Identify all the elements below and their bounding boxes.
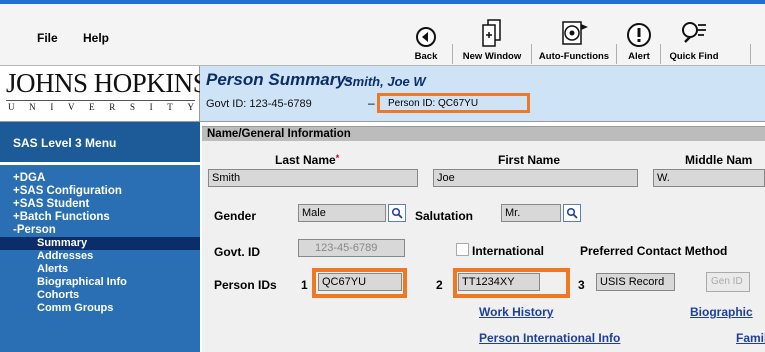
person-id-number-3: 3 <box>578 278 585 292</box>
required-mark: * <box>335 153 340 163</box>
main-content: Name/General Information Last Name* Firs… <box>200 122 765 352</box>
sidebar-item-biographical-info[interactable]: Biographical Info <box>0 276 200 289</box>
sidebar-item-alerts[interactable]: Alerts <box>0 263 200 276</box>
back-label: Back <box>414 51 438 62</box>
govt-id-label: Govt. ID <box>214 245 261 259</box>
person-id-field-1[interactable]: QC67YU <box>318 273 402 291</box>
first-name-field[interactable]: Joe <box>433 169 638 187</box>
international-label: International <box>472 244 545 258</box>
sidebar-level-title[interactable]: SAS Level 3 Menu <box>0 122 200 162</box>
header-dash: – <box>368 96 375 110</box>
quick-find-label: Quick Find <box>669 51 719 62</box>
logo-letter: Y <box>187 102 194 112</box>
family-link[interactable]: Famil <box>736 331 765 345</box>
sidebar: SAS Level 3 Menu +DGA +SAS Configuration… <box>0 122 200 352</box>
logo-letter: U <box>8 102 15 112</box>
sidebar-item-comm-groups[interactable]: Comm Groups <box>0 302 200 315</box>
logo-letter: S <box>129 102 135 112</box>
salutation-label: Salutation <box>415 209 474 223</box>
person-international-info-link[interactable]: Person International Info <box>479 331 620 345</box>
logo-letter: I <box>149 102 153 112</box>
alert-label: Alert <box>628 51 650 62</box>
gen-id-button[interactable]: Gen ID <box>706 272 750 292</box>
header-govt-id: Govt ID: 123-45-6789 <box>206 98 312 110</box>
govt-id-field[interactable]: 123-45-6789 <box>298 239 405 257</box>
new-window-button[interactable]: New Window <box>456 6 528 64</box>
sidebar-item-summary[interactable]: Summary <box>0 237 200 250</box>
sidebar-item-addresses[interactable]: Addresses <box>0 250 200 263</box>
sidebar-item-batch-functions[interactable]: +Batch Functions <box>0 211 200 224</box>
person-id-field-3[interactable]: USIS Record <box>596 273 675 291</box>
gender-label: Gender <box>214 209 257 223</box>
logo-rule <box>6 100 195 101</box>
auto-functions-icon <box>562 21 588 45</box>
salutation-lookup-button[interactable] <box>563 204 581 222</box>
back-button[interactable]: Back <box>408 6 444 64</box>
new-window-icon <box>482 19 501 47</box>
international-checkbox[interactable] <box>456 243 469 256</box>
back-icon <box>416 27 436 47</box>
sidebar-item-person[interactable]: -Person <box>0 224 200 237</box>
salutation-field[interactable]: Mr. <box>501 204 561 222</box>
toolbar-separator <box>660 44 661 64</box>
person-id-field-2[interactable]: TT1234XY <box>458 273 540 291</box>
toolbar-separator <box>531 44 532 64</box>
last-name-field[interactable]: Smith <box>208 169 418 187</box>
menu-help[interactable]: Help <box>83 31 109 45</box>
menu-file[interactable]: File <box>37 31 58 45</box>
preferred-contact-label: Preferred Contact Method <box>580 244 728 258</box>
toolbar-separator <box>452 44 453 64</box>
middle-name-field[interactable]: W. <box>653 169 765 187</box>
middle-name-header: Middle Nam <box>685 153 753 167</box>
sidebar-divider <box>0 162 200 165</box>
sidebar-menu: +DGA +SAS Configuration +SAS Student +Ba… <box>0 172 200 315</box>
last-name-label: Last Name <box>275 153 336 167</box>
toolbar-separator <box>616 44 617 64</box>
auto-functions-button[interactable]: Auto-Functions <box>535 6 613 64</box>
header-person-id: Person ID: QC67YU <box>377 93 530 113</box>
university-logo: JOHNS HOPKINS U N I V E R S I T Y <box>0 66 208 122</box>
alert-button[interactable]: Alert <box>620 6 658 64</box>
magnifier-icon <box>391 207 403 219</box>
logo-letter: I <box>50 102 54 112</box>
first-name-header: First Name <box>498 153 561 167</box>
toolbar: File Help Back New Window Auto-Functions <box>0 4 765 66</box>
work-history-link[interactable]: Work History <box>479 305 553 319</box>
person-name: Smith, Joe W <box>344 74 426 89</box>
gender-lookup-button[interactable] <box>388 204 406 222</box>
page-title: Person Summary- <box>206 70 352 89</box>
quick-find-icon <box>682 22 706 43</box>
toolbar-separator <box>750 44 751 64</box>
new-window-label: New Window <box>462 51 522 62</box>
logo-name: JOHNS HOPKINS <box>6 68 208 98</box>
section-header: Name/General Information <box>202 126 765 141</box>
sidebar-item-dga[interactable]: +DGA <box>0 172 200 185</box>
biographical-link[interactable]: Biographic <box>690 305 753 319</box>
name-general-panel: Last Name* First Name Middle Nam Smith J… <box>202 141 765 352</box>
gender-field[interactable]: Male <box>298 204 386 222</box>
person-id-number-1: 1 <box>301 278 308 292</box>
person-ids-label: Person IDs <box>214 278 277 292</box>
magnifier-icon <box>566 207 578 219</box>
logo-letter: T <box>167 102 173 112</box>
person-id-number-2: 2 <box>436 278 443 292</box>
sidebar-item-sas-configuration[interactable]: +SAS Configuration <box>0 185 200 198</box>
alert-icon <box>627 23 651 47</box>
logo-letter: N <box>29 102 36 112</box>
logo-university: U N I V E R S I T Y <box>8 102 194 112</box>
quick-find-button[interactable]: Quick Find <box>664 6 724 64</box>
logo-letter: E <box>89 102 95 112</box>
page-header: Person Summary- Smith, Joe W Govt ID: 12… <box>200 66 765 122</box>
sidebar-item-sas-student[interactable]: +SAS Student <box>0 198 200 211</box>
logo-letter: V <box>67 102 75 112</box>
last-name-header: Last Name* <box>275 153 339 167</box>
auto-functions-label: Auto-Functions <box>538 51 610 62</box>
sidebar-item-cohorts[interactable]: Cohorts <box>0 289 200 302</box>
logo-letter: R <box>109 102 116 112</box>
